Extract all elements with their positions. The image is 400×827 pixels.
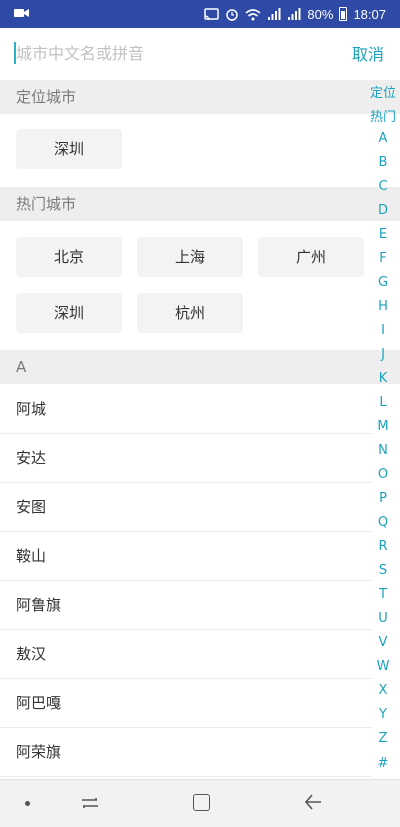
status-bar: 80% 18:07 <box>0 0 400 28</box>
index-item[interactable]: 热门 <box>366 106 400 125</box>
search-header: 取消 <box>0 28 400 78</box>
index-item[interactable]: F <box>366 251 400 266</box>
index-item[interactable]: B <box>366 155 400 170</box>
cancel-button[interactable]: 取消 <box>352 41 384 65</box>
signal-icon <box>268 7 281 20</box>
index-item[interactable]: 定位 <box>366 82 400 101</box>
recent-apps-icon[interactable] <box>80 793 100 813</box>
index-item[interactable]: X <box>366 683 400 698</box>
index-item[interactable]: # <box>366 756 400 771</box>
index-item[interactable]: T <box>366 587 400 602</box>
hot-city-chip[interactable]: 上海 <box>137 237 243 277</box>
city-list-item[interactable]: 安达 <box>0 434 372 483</box>
index-item[interactable]: Q <box>366 515 400 530</box>
index-item[interactable]: P <box>366 491 400 506</box>
index-item[interactable]: J <box>366 347 400 362</box>
signal-icon <box>288 7 301 20</box>
hot-city-chip[interactable]: 深圳 <box>16 293 122 333</box>
city-list-item[interactable]: 敖汉 <box>0 630 372 679</box>
video-icon <box>14 9 29 17</box>
index-item[interactable]: H <box>366 299 400 314</box>
navigation-bar <box>0 779 400 827</box>
battery-icon <box>339 7 348 21</box>
index-item[interactable]: C <box>366 179 400 194</box>
index-item[interactable]: G <box>366 275 400 290</box>
search-input[interactable] <box>14 40 324 66</box>
home-icon[interactable] <box>193 794 210 811</box>
index-item[interactable]: O <box>366 467 400 482</box>
city-list-item[interactable]: 阿巴嘎 <box>0 679 372 728</box>
alarm-icon <box>226 9 239 21</box>
back-icon[interactable] <box>303 792 323 812</box>
index-item[interactable]: V <box>366 635 400 650</box>
index-item[interactable]: Y <box>366 707 400 722</box>
index-item[interactable]: N <box>366 443 400 458</box>
index-item[interactable]: U <box>366 611 400 626</box>
city-list-item[interactable]: 阿荣旗 <box>0 728 372 777</box>
index-item[interactable]: D <box>366 203 400 218</box>
cast-icon <box>204 7 220 20</box>
hot-city-chip[interactable]: 广州 <box>258 237 364 277</box>
section-header-location: 定位城市 <box>0 80 400 114</box>
nav-dot-icon[interactable] <box>25 801 30 806</box>
location-city-chip[interactable]: 深圳 <box>16 129 122 169</box>
section-header-hot: 热门城市 <box>0 187 400 221</box>
index-item[interactable]: A <box>366 131 400 146</box>
text-cursor <box>14 42 16 64</box>
hot-city-chip[interactable]: 北京 <box>16 237 122 277</box>
index-item[interactable]: L <box>366 395 400 410</box>
city-list-item[interactable]: 安图 <box>0 483 372 532</box>
battery-percent: 80% <box>307 6 334 22</box>
wifi-icon <box>245 8 261 20</box>
clock: 18:07 <box>353 6 386 22</box>
index-item[interactable]: K <box>366 371 400 386</box>
city-list-item[interactable]: 阿城 <box>0 385 372 434</box>
index-item[interactable]: I <box>366 323 400 338</box>
hot-city-chip[interactable]: 杭州 <box>137 293 243 333</box>
index-item[interactable]: Z <box>366 731 400 746</box>
index-item[interactable]: E <box>366 227 400 242</box>
index-item[interactable]: R <box>366 539 400 554</box>
index-item[interactable]: M <box>366 419 400 434</box>
index-item[interactable]: W <box>366 659 400 674</box>
city-list-item[interactable]: 阿鲁旗 <box>0 581 372 630</box>
index-item[interactable]: S <box>366 563 400 578</box>
section-header-letter: A <box>0 350 400 384</box>
city-list-item[interactable]: 鞍山 <box>0 532 372 581</box>
